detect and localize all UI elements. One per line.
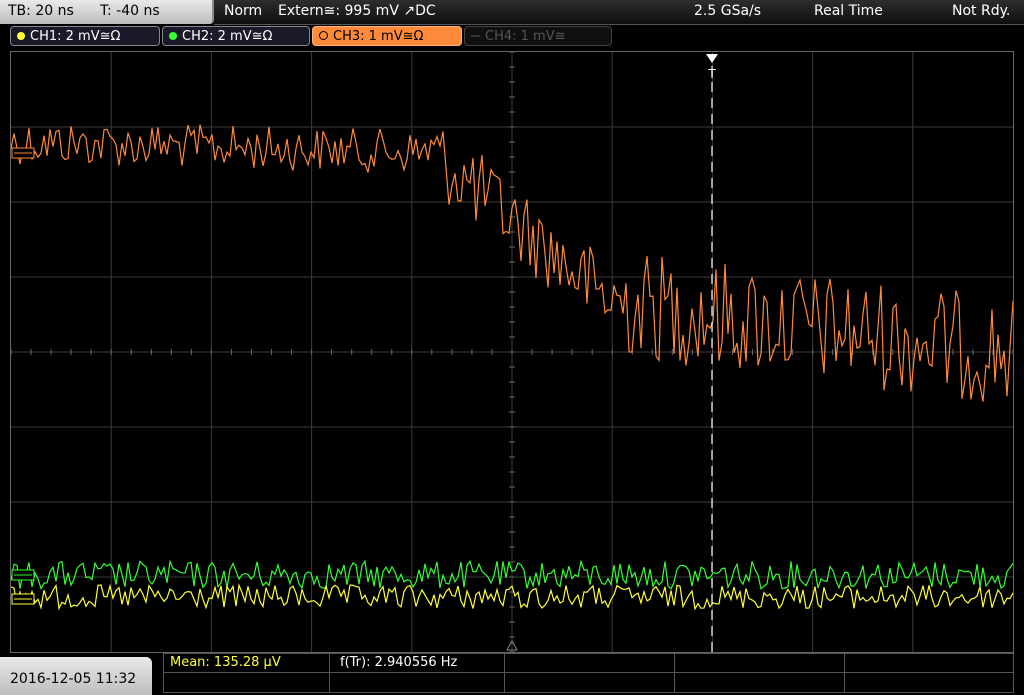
tab-ch4[interactable]: CH4: 1 mV≅ [464,26,612,46]
ch4-label: CH4: 1 mV≅ [485,29,566,44]
trigger-arrow-icon[interactable] [706,54,718,63]
acquisition-panel: Norm Extern≅: 995 mV ↗DC 2.5 GSa/s Real … [214,0,1024,25]
acquisition-mode: Real Time [814,3,883,19]
ch2-offset-marker-icon[interactable] [11,569,35,581]
datetime: 2016-12-05 11:32 [10,671,137,687]
bottom-bar: 2016-12-05 11:32 Mean: 135.28 µV f(Tr): … [0,653,1024,695]
acquisition-state: Not Rdy. [952,3,1011,19]
frequency-measurement[interactable]: f(Tr): 2.940556 Hz [340,655,457,670]
ch2-label: CH2: 2 mV≅Ω [182,29,273,44]
datetime-panel: 2016-12-05 11:32 [0,657,152,695]
trigger-time-value[interactable]: T: -40 ns [100,3,160,19]
ch3-offset-marker-icon[interactable] [11,147,35,159]
waveform-display[interactable]: T [10,51,1014,653]
ch1-indicator-icon [17,31,25,40]
measurement-divider [844,654,845,692]
trigger-mode[interactable]: Norm [224,3,262,19]
measurement-divider [504,654,505,692]
ch1-offset-marker-icon[interactable] [11,593,35,605]
tab-ch3[interactable]: CH3: 1 mV≅Ω [312,26,462,46]
measurement-divider [164,672,1013,673]
status-bar: TB: 20 ns T: -40 ns Norm Extern≅: 995 mV… [0,0,1024,25]
mean-measurement[interactable]: Mean: 135.28 µV [170,655,281,670]
waveform-canvas[interactable]: T [11,52,1013,652]
ch1-label: CH1: 2 mV≅Ω [30,29,121,44]
ch3-indicator-icon [319,31,328,40]
trigger-marker-label: T [707,67,716,81]
trigger-source[interactable]: Extern≅: 995 mV ↗DC [278,3,436,19]
sample-rate: 2.5 GSa/s [694,3,762,19]
measurement-divider [674,654,675,692]
tab-ch1[interactable]: CH1: 2 mV≅Ω [10,26,160,46]
ch3-label: CH3: 1 mV≅Ω [333,29,424,44]
tab-ch2[interactable]: CH2: 2 mV≅Ω [162,26,310,46]
ch4-indicator-icon [471,34,480,37]
timebase-value[interactable]: TB: 20 ns [8,3,74,19]
ch2-indicator-icon [169,31,177,40]
measurement-divider [329,654,330,692]
measurement-panel[interactable]: Mean: 135.28 µV f(Tr): 2.940556 Hz [163,653,1014,693]
graticule [11,52,1013,652]
channel-tabs: CH1: 2 mV≅Ω CH2: 2 mV≅Ω CH3: 1 mV≅Ω CH4:… [0,26,1024,48]
timebase-panel[interactable]: TB: 20 ns T: -40 ns [0,0,214,24]
